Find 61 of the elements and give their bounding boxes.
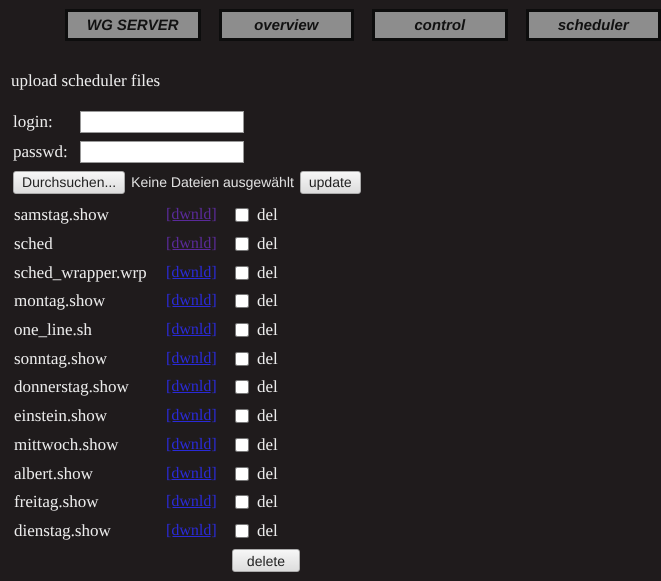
browse-button[interactable]: Durchsuchen... xyxy=(13,170,126,194)
update-button[interactable]: update xyxy=(300,170,361,194)
delete-label: del xyxy=(257,262,278,283)
login-field[interactable] xyxy=(80,111,244,133)
file-name: freitag.show xyxy=(14,492,100,512)
nav-button[interactable]: WG SERVER xyxy=(65,9,200,41)
nav-button[interactable]: control xyxy=(372,9,508,41)
download-link[interactable]: [dwnld] xyxy=(166,493,226,512)
file-name: einstein.show xyxy=(14,406,108,426)
delete-label: del xyxy=(257,492,278,512)
delete-label: del xyxy=(257,291,278,312)
download-link[interactable]: [dwnld] xyxy=(166,522,226,540)
delete-checkbox[interactable] xyxy=(235,237,249,252)
download-link[interactable]: [dwnld] xyxy=(166,378,226,396)
delete-checkbox[interactable] xyxy=(235,352,249,366)
delete-checkbox[interactable] xyxy=(235,438,249,452)
delete-label: del xyxy=(257,434,278,455)
delete-checkbox[interactable] xyxy=(235,208,249,222)
delete-checkbox[interactable] xyxy=(235,524,249,538)
delete-label: del xyxy=(257,205,278,226)
file-name: donnerstag.show xyxy=(14,377,130,398)
nav-button[interactable]: overview xyxy=(218,9,354,41)
file-name: sonntag.show xyxy=(14,348,108,369)
download-link[interactable]: [dwnld] xyxy=(166,407,226,426)
download-link[interactable]: [dwnld] xyxy=(166,292,226,310)
download-link[interactable]: [dwnld] xyxy=(166,436,226,454)
delete-checkbox[interactable] xyxy=(235,266,249,280)
download-link[interactable]: [dwnld] xyxy=(166,321,226,340)
delete-label: del xyxy=(257,377,278,398)
file-name: one_line.sh xyxy=(14,320,93,340)
login-label: login: xyxy=(13,112,54,132)
delete-button[interactable]: delete xyxy=(232,549,300,572)
file-name: sched_wrapper.wrp xyxy=(14,262,148,283)
delete-label: del xyxy=(257,234,278,254)
file-name: sched xyxy=(14,234,54,254)
file-name: dienstag.show xyxy=(14,520,112,541)
delete-checkbox[interactable] xyxy=(235,495,249,510)
page-heading: upload scheduler files xyxy=(11,71,162,92)
delete-label: del xyxy=(257,348,278,369)
file-name: montag.show xyxy=(14,291,106,312)
delete-checkbox[interactable] xyxy=(235,323,249,338)
file-name: albert.show xyxy=(14,464,94,484)
download-link[interactable]: [dwnld] xyxy=(166,235,226,254)
delete-label: del xyxy=(257,320,278,340)
download-link[interactable]: [dwnld] xyxy=(166,464,226,483)
delete-checkbox[interactable] xyxy=(235,466,249,481)
file-status: Keine Dateien ausgewählt xyxy=(131,174,294,190)
delete-checkbox[interactable] xyxy=(235,294,249,308)
download-link[interactable]: [dwnld] xyxy=(166,350,226,368)
password-label: passwd: xyxy=(13,142,69,162)
download-link[interactable]: [dwnld] xyxy=(166,264,226,282)
nav-button[interactable]: scheduler xyxy=(526,9,661,41)
file-name: samstag.show xyxy=(14,205,110,226)
delete-label: del xyxy=(257,406,278,426)
download-link[interactable]: [dwnld] xyxy=(166,206,226,224)
delete-checkbox[interactable] xyxy=(235,409,249,424)
delete-checkbox[interactable] xyxy=(235,380,249,394)
file-name: mittwoch.show xyxy=(14,434,120,455)
password-field[interactable] xyxy=(80,141,244,163)
delete-label: del xyxy=(257,464,278,484)
delete-label: del xyxy=(257,520,278,541)
